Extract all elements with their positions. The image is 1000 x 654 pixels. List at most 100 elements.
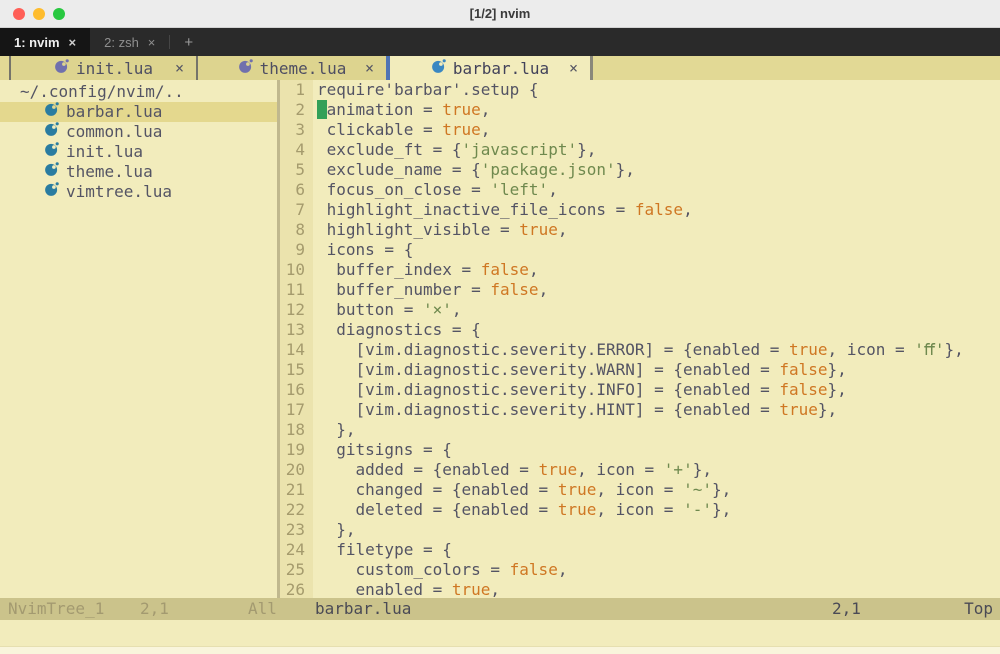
- lua-icon: [54, 59, 69, 74]
- close-buffer-icon[interactable]: ×: [175, 59, 184, 77]
- code-line-4[interactable]: 4 exclude_ft = {'javascript'},: [280, 140, 1000, 160]
- line-number: 6: [280, 180, 313, 200]
- line-number: 8: [280, 220, 313, 240]
- statusline-scroll: Top: [964, 598, 993, 620]
- line-number: 2: [280, 100, 313, 120]
- line-number: 25: [280, 560, 313, 580]
- code-line-21[interactable]: 21 changed = {enabled = true, icon = '~'…: [280, 480, 1000, 500]
- editor-window[interactable]: 1require'barbar'.setup {2 animation = tr…: [280, 80, 1000, 598]
- code-line-7[interactable]: 7 highlight_inactive_file_icons = false,: [280, 200, 1000, 220]
- buffer-tab-theme[interactable]: theme.lua ×: [198, 56, 386, 80]
- code-text: gitsigns = {: [313, 440, 452, 460]
- line-number: 5: [280, 160, 313, 180]
- code-line-5[interactable]: 5 exclude_name = {'package.json'},: [280, 160, 1000, 180]
- terminal-tab-nvim[interactable]: 1: nvim ×: [0, 28, 90, 56]
- line-number: 23: [280, 520, 313, 540]
- lua-icon: [44, 162, 59, 182]
- terminal-tab-zsh[interactable]: 2: zsh ×: [90, 28, 169, 56]
- code-line-2[interactable]: 2 animation = true,: [280, 100, 1000, 120]
- line-number: 16: [280, 380, 313, 400]
- code-line-6[interactable]: 6 focus_on_close = 'left',: [280, 180, 1000, 200]
- buffer-tab-init[interactable]: init.lua ×: [11, 56, 196, 80]
- code-line-22[interactable]: 22 deleted = {enabled = true, icon = '-'…: [280, 500, 1000, 520]
- code-text: },: [313, 520, 356, 540]
- code-line-24[interactable]: 24 filetype = {: [280, 540, 1000, 560]
- tree-files: barbar.luacommon.luainit.luatheme.luavim…: [0, 102, 277, 202]
- statusline-position: 2,1: [832, 598, 861, 620]
- line-number: 20: [280, 460, 313, 480]
- tree-file-theme.lua[interactable]: theme.lua: [0, 162, 277, 182]
- new-tab-button[interactable]: +: [170, 28, 207, 56]
- line-number: 26: [280, 580, 313, 598]
- buffer-tab-barbar[interactable]: barbar.lua ×: [390, 56, 590, 80]
- close-icon[interactable]: ×: [148, 35, 156, 50]
- line-number: 7: [280, 200, 313, 220]
- tabline-spacer: [0, 56, 9, 80]
- close-buffer-icon[interactable]: ×: [569, 59, 578, 77]
- code-line-23[interactable]: 23 },: [280, 520, 1000, 540]
- close-buffer-icon[interactable]: ×: [365, 59, 374, 77]
- statusline-left-scroll: All: [248, 598, 277, 620]
- code-text: exclude_ft = {'javascript'},: [313, 140, 596, 160]
- code-line-10[interactable]: 10 buffer_index = false,: [280, 260, 1000, 280]
- close-icon[interactable]: ×: [69, 35, 77, 50]
- window-titlebar: [1/2] nvim: [0, 0, 1000, 28]
- tree-file-init.lua[interactable]: init.lua: [0, 142, 277, 162]
- code-line-14[interactable]: 14 [vim.diagnostic.severity.ERROR] = {en…: [280, 340, 1000, 360]
- code-line-19[interactable]: 19 gitsigns = {: [280, 440, 1000, 460]
- lua-icon: [54, 59, 69, 78]
- tree-file-label: theme.lua: [66, 162, 153, 182]
- lua-icon: [44, 102, 59, 122]
- tree-root-folder[interactable]: ~/.config/nvim/..: [0, 82, 277, 102]
- line-number: 11: [280, 280, 313, 300]
- code-line-16[interactable]: 16 [vim.diagnostic.severity.INFO] = {ena…: [280, 380, 1000, 400]
- terminal-tab-label: 1: nvim: [14, 35, 60, 50]
- code-text: added = {enabled = true, icon = '+'},: [313, 460, 712, 480]
- lua-icon: [44, 122, 59, 142]
- code-text: highlight_inactive_file_icons = false,: [313, 200, 693, 220]
- code-text: [vim.diagnostic.severity.ERROR] = {enabl…: [313, 340, 964, 360]
- statusline-left-window-name: NvimTree_1: [8, 598, 104, 620]
- code-line-15[interactable]: 15 [vim.diagnostic.severity.WARN] = {ena…: [280, 360, 1000, 380]
- lua-icon: [44, 142, 59, 157]
- code-line-20[interactable]: 20 added = {enabled = true, icon = '+'},: [280, 460, 1000, 480]
- code-text: [vim.diagnostic.severity.INFO] = {enable…: [313, 380, 847, 400]
- code-line-1[interactable]: 1require'barbar'.setup {: [280, 80, 1000, 100]
- statusline-filename: barbar.lua: [315, 598, 411, 620]
- line-number: 21: [280, 480, 313, 500]
- code-line-18[interactable]: 18 },: [280, 420, 1000, 440]
- code-text: enabled = true,: [313, 580, 500, 598]
- code-text: clickable = true,: [313, 120, 490, 140]
- code-line-25[interactable]: 25 custom_colors = false,: [280, 560, 1000, 580]
- tree-file-common.lua[interactable]: common.lua: [0, 122, 277, 142]
- main-area: ~/.config/nvim/.. barbar.luacommon.luain…: [0, 80, 1000, 598]
- code-line-17[interactable]: 17 [vim.diagnostic.severity.HINT] = {ena…: [280, 400, 1000, 420]
- lua-icon: [44, 162, 59, 177]
- tree-file-label: common.lua: [66, 122, 162, 142]
- code-text: exclude_name = {'package.json'},: [313, 160, 635, 180]
- line-number: 1: [280, 80, 313, 100]
- tree-file-barbar.lua[interactable]: barbar.lua: [0, 102, 277, 122]
- code-line-12[interactable]: 12 button = '×',: [280, 300, 1000, 320]
- buffer-tab-label: init.lua: [76, 59, 153, 78]
- line-number: 15: [280, 360, 313, 380]
- line-number: 4: [280, 140, 313, 160]
- code-line-11[interactable]: 11 buffer_number = false,: [280, 280, 1000, 300]
- code-text: deleted = {enabled = true, icon = '-'},: [313, 500, 731, 520]
- code-text: changed = {enabled = true, icon = '~'},: [313, 480, 731, 500]
- code-line-9[interactable]: 9 icons = {: [280, 240, 1000, 260]
- code-line-26[interactable]: 26 enabled = true,: [280, 580, 1000, 598]
- code-line-8[interactable]: 8 highlight_visible = true,: [280, 220, 1000, 240]
- cursor-block: [317, 100, 327, 119]
- window-bottom-edge: [0, 646, 1000, 654]
- line-number: 12: [280, 300, 313, 320]
- code-line-3[interactable]: 3 clickable = true,: [280, 120, 1000, 140]
- command-line[interactable]: [0, 620, 1000, 646]
- line-number: 3: [280, 120, 313, 140]
- code-line-13[interactable]: 13 diagnostics = {: [280, 320, 1000, 340]
- lua-icon: [431, 59, 446, 78]
- line-number: 13: [280, 320, 313, 340]
- code-text: button = '×',: [313, 300, 462, 320]
- line-number: 19: [280, 440, 313, 460]
- tree-file-vimtree.lua[interactable]: vimtree.lua: [0, 182, 277, 202]
